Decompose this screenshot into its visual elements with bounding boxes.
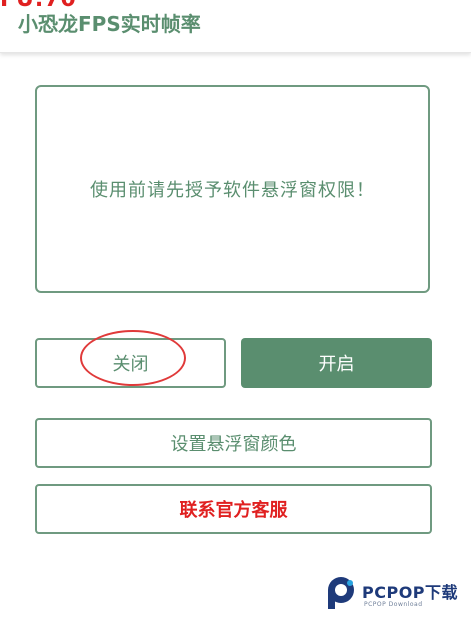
contact-support-button-label: 联系官方客服 [179, 500, 288, 521]
app-title: 小恐龙FPS实时帧率 [18, 12, 201, 36]
permission-message-text: 使用前请先授予软件悬浮窗权限！ [90, 180, 375, 201]
permission-message-box: 使用前请先授予软件悬浮窗权限！ [35, 85, 430, 293]
close-button-label: 关闭 [112, 354, 149, 375]
pcpop-watermark: PCPOP下载 PCPOP Download [324, 575, 466, 615]
open-button[interactable]: 开启 [241, 338, 432, 388]
close-button[interactable]: 关闭 [35, 338, 226, 388]
watermark-subtext: PCPOP Download [364, 601, 423, 608]
watermark-brand: PCPOP下载 [362, 583, 459, 602]
open-button-label: 开启 [318, 354, 355, 375]
contact-support-button[interactable]: 联系官方客服 [35, 484, 432, 534]
set-floating-window-color-button[interactable]: 设置悬浮窗颜色 [35, 418, 432, 468]
pcpop-logo-icon [328, 577, 354, 609]
set-color-button-label: 设置悬浮窗颜色 [170, 434, 297, 455]
app-header: FU.70 小恐龙FPS实时帧率 [0, 0, 471, 53]
